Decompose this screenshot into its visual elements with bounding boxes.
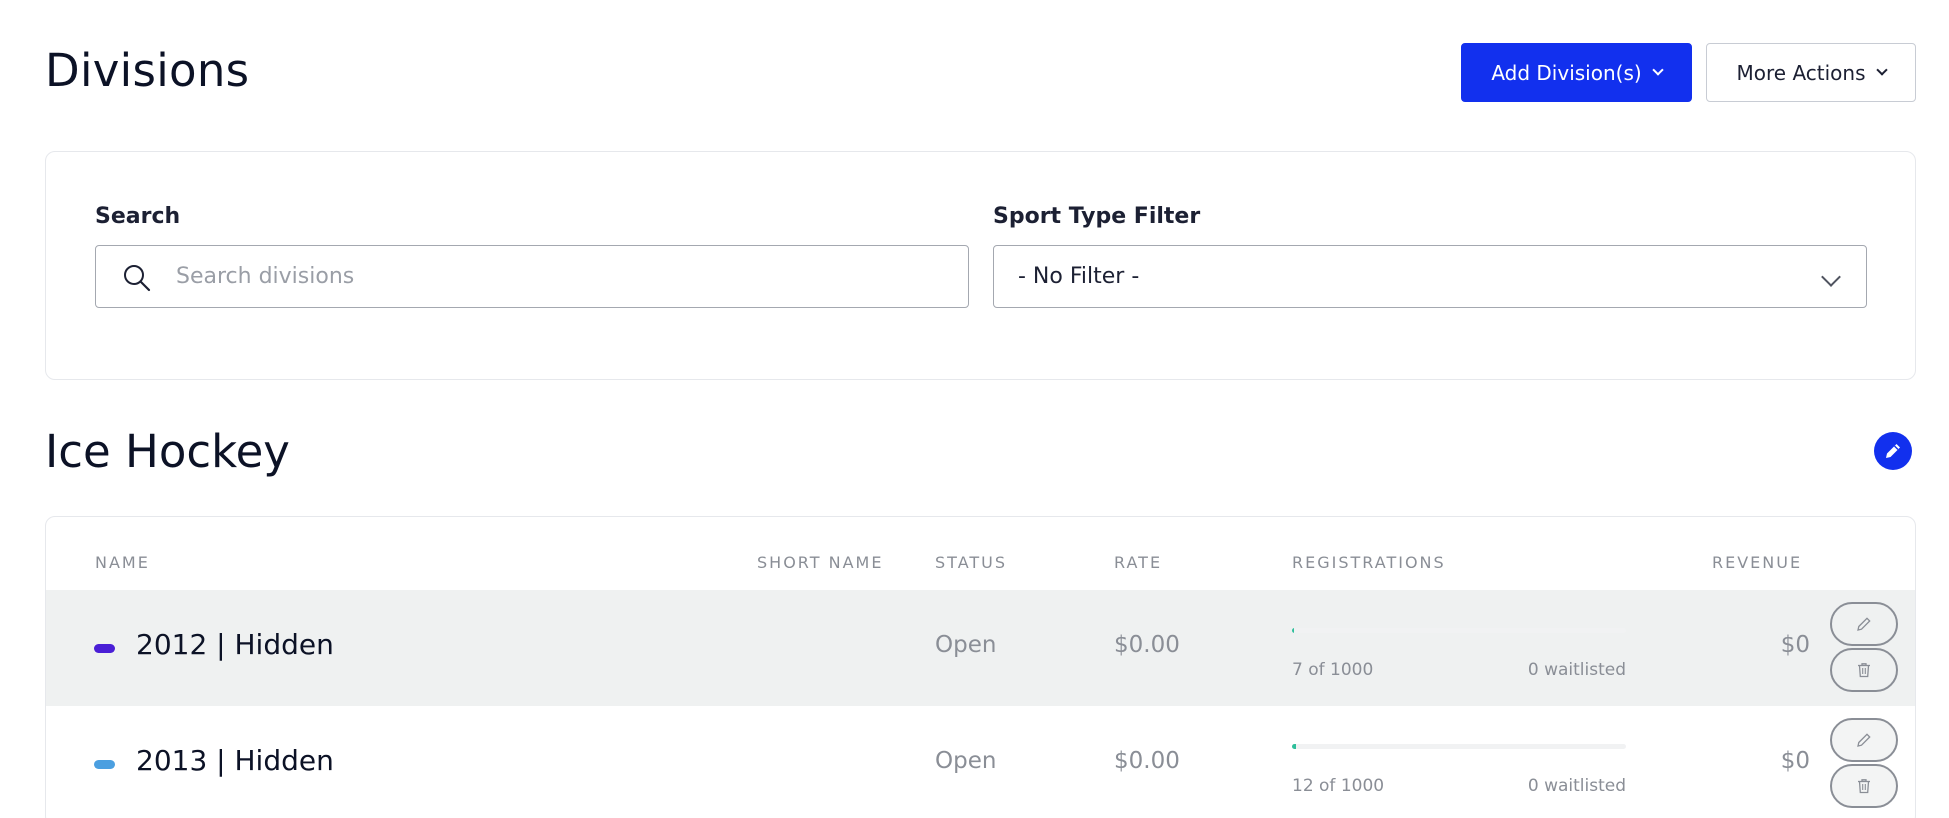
more-actions-label: More Actions [1736, 60, 1866, 85]
chevron-down-icon [1821, 267, 1841, 287]
division-revenue: $0 [1780, 748, 1810, 774]
registrations-progress-fill [1292, 744, 1296, 749]
edit-division-button[interactable] [1830, 718, 1898, 762]
division-revenue: $0 [1780, 632, 1810, 658]
pencil-icon [1857, 617, 1871, 631]
page-title: Divisions [45, 44, 250, 97]
column-header-name[interactable]: NAME [95, 553, 150, 572]
registrations-progress-bar [1292, 744, 1626, 749]
edit-section-button[interactable] [1874, 432, 1912, 470]
add-division-button[interactable]: Add Division(s) [1461, 43, 1692, 102]
table-row[interactable]: 2012 | Hidden Open $0.00 7 of 1000 0 wai… [46, 590, 1915, 706]
division-name[interactable]: 2012 | Hidden [136, 628, 334, 661]
division-name[interactable]: 2013 | Hidden [136, 744, 334, 777]
add-division-label: Add Division(s) [1491, 60, 1642, 85]
chevron-down-icon [1875, 64, 1888, 76]
registrations-progress-bar [1292, 628, 1626, 633]
filter-panel: Search Sport Type Filter - No Filter - [45, 151, 1916, 380]
table-row[interactable]: 2013 | Hidden Open $0.00 12 of 1000 0 wa… [46, 706, 1915, 818]
pencil-icon [1857, 733, 1871, 747]
search-label: Search [95, 204, 181, 229]
chevron-down-icon [1652, 64, 1664, 76]
division-rate: $0.00 [1114, 748, 1180, 774]
division-status: Open [935, 632, 997, 658]
section-title: Ice Hockey [45, 425, 290, 478]
sport-type-selected-value: - No Filter - [1018, 264, 1140, 289]
more-actions-button[interactable]: More Actions [1706, 43, 1916, 102]
registrations-count: 7 of 1000 [1292, 660, 1374, 680]
column-header-registrations[interactable]: REGISTRATIONS [1292, 553, 1446, 572]
delete-division-button[interactable] [1830, 764, 1898, 808]
sport-type-filter-label: Sport Type Filter [993, 204, 1201, 229]
trash-icon [1858, 663, 1870, 678]
division-rate: $0.00 [1114, 632, 1180, 658]
pencil-icon [1886, 444, 1900, 458]
registrations-count: 12 of 1000 [1292, 776, 1385, 796]
column-header-revenue[interactable]: REVENUE [1712, 553, 1802, 572]
column-header-short-name[interactable]: SHORT NAME [757, 553, 883, 572]
search-icon [124, 265, 151, 292]
waitlisted-count: 0 waitlisted [1527, 660, 1626, 680]
division-color-indicator [94, 760, 115, 769]
search-field[interactable] [95, 245, 969, 308]
trash-icon [1858, 779, 1870, 794]
waitlisted-count: 0 waitlisted [1527, 776, 1626, 796]
column-header-rate[interactable]: RATE [1114, 553, 1162, 572]
sport-type-select[interactable]: - No Filter - [993, 245, 1867, 308]
column-header-status[interactable]: STATUS [935, 553, 1007, 572]
division-color-indicator [94, 644, 115, 653]
division-status: Open [935, 748, 997, 774]
edit-division-button[interactable] [1830, 602, 1898, 646]
delete-division-button[interactable] [1830, 648, 1898, 692]
search-input[interactable] [176, 246, 956, 307]
registrations-progress-fill [1292, 628, 1295, 633]
divisions-table: NAME SHORT NAME STATUS RATE REGISTRATION… [45, 516, 1916, 818]
